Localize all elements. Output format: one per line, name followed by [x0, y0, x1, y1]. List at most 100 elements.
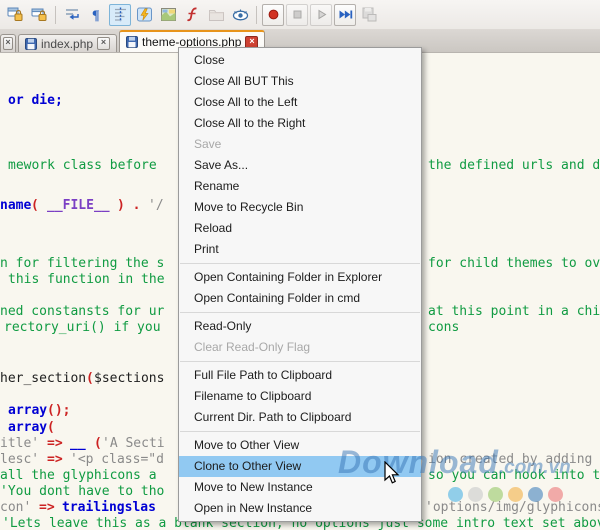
- code-text: at this point in a child: [428, 304, 600, 319]
- menu-separator: [180, 361, 420, 362]
- tab-label: index.php: [41, 37, 93, 51]
- code-text: for child themes to ove: [428, 256, 600, 271]
- document-map-button[interactable]: [157, 4, 179, 26]
- menu-item-full-file-path-to-clipboard[interactable]: Full File Path to Clipboard: [179, 365, 421, 386]
- sync-horizontal-scrolling-icon: [31, 6, 48, 23]
- macro-play-button: [310, 4, 332, 26]
- menu-item-filename-to-clipboard[interactable]: Filename to Clipboard: [179, 386, 421, 407]
- menu-item-move-to-new-instance[interactable]: Move to New Instance: [179, 477, 421, 498]
- code-text: name: [0, 198, 31, 213]
- menu-item-open-containing-folder-in-cmd[interactable]: Open Containing Folder in cmd: [179, 288, 421, 309]
- code-text: ) .: [117, 198, 140, 213]
- folder-as-workspace-icon: [208, 6, 225, 23]
- tab-close-icon[interactable]: ×: [97, 37, 110, 50]
- menu-item-open-containing-folder-in-explorer[interactable]: Open Containing Folder in Explorer: [179, 267, 421, 288]
- menu-item-print[interactable]: Print: [179, 239, 421, 260]
- document-monitoring-button[interactable]: [229, 4, 251, 26]
- show-all-characters-button[interactable]: ¶: [85, 4, 107, 26]
- code-text: '<p class="d: [70, 452, 164, 467]
- sync-vertical-scrolling-icon: [7, 6, 24, 23]
- show-all-characters-icon: ¶: [88, 6, 105, 23]
- code-text: trailingslas: [62, 500, 156, 515]
- user-define-dialog-button[interactable]: [133, 4, 155, 26]
- sync-horizontal-scrolling-button[interactable]: [28, 4, 50, 26]
- code-text: array: [8, 403, 47, 418]
- code-text: =>: [47, 436, 63, 451]
- document-map-icon: [160, 6, 177, 23]
- code-text: the defined urls and d: [428, 158, 600, 173]
- menu-item-current-dir-path-to-clipboard[interactable]: Current Dir. Path to Clipboard: [179, 407, 421, 428]
- tab-index-php[interactable]: index.php ×: [18, 34, 117, 52]
- menu-separator: [180, 312, 420, 313]
- menu-item-read-only[interactable]: Read-Only: [179, 316, 421, 337]
- menu-item-close-all-to-the-right[interactable]: Close All to the Right: [179, 113, 421, 134]
- code-text: all the glyphicons a: [0, 468, 157, 483]
- code-text: ();: [47, 403, 70, 418]
- code-text: her_section: [0, 371, 86, 386]
- code-text: 'options/img/glyphicons,: [425, 500, 600, 515]
- menu-item-rename[interactable]: Rename: [179, 176, 421, 197]
- tab-context-menu: CloseClose All BUT ThisClose All to the …: [178, 47, 422, 522]
- menu-item-clear-read-only-flag: Clear Read-Only Flag: [179, 337, 421, 358]
- code-text: itle': [0, 436, 39, 451]
- code-text: so you can hook into th: [428, 468, 600, 483]
- code-text: =>: [47, 452, 63, 467]
- code-text: mework class before: [8, 158, 157, 173]
- show-indent-guide-button[interactable]: [109, 4, 131, 26]
- word-wrap-button[interactable]: [61, 4, 83, 26]
- watermark-dot: [468, 487, 483, 502]
- macro-play-icon: [313, 6, 330, 23]
- sync-vertical-scrolling-button[interactable]: [4, 4, 26, 26]
- folder-as-workspace-button: [205, 4, 227, 26]
- document-monitoring-icon: [232, 6, 249, 23]
- toolbar-separator: [256, 6, 257, 24]
- word-wrap-icon: [64, 6, 81, 23]
- code-text: $sections: [94, 371, 164, 386]
- code-text: __FILE__: [47, 198, 110, 213]
- code-text: lesc': [0, 452, 39, 467]
- menu-item-save: Save: [179, 134, 421, 155]
- code-text: 'You dont have to tho: [0, 484, 164, 499]
- macro-record-button[interactable]: [262, 4, 284, 26]
- menu-item-close[interactable]: Close: [179, 50, 421, 71]
- macro-run-multiple-button[interactable]: [334, 4, 356, 26]
- watermark-dot: [448, 487, 463, 502]
- watermark-dot: [508, 487, 523, 502]
- code-text: cons: [428, 320, 459, 335]
- menu-item-reload[interactable]: Reload: [179, 218, 421, 239]
- menu-item-move-to-other-view[interactable]: Move to Other View: [179, 435, 421, 456]
- tab-partial[interactable]: ×: [0, 34, 16, 52]
- macro-save-icon: [361, 6, 378, 23]
- macro-record-icon: [265, 6, 282, 23]
- macro-run-multiple-icon: [337, 6, 354, 23]
- macro-save-button: [358, 4, 380, 26]
- code-text: or die;: [8, 93, 63, 108]
- saved-file-icon: [25, 38, 37, 50]
- toolbar: ¶: [0, 0, 600, 30]
- menu-item-close-all-to-the-left[interactable]: Close All to the Left: [179, 92, 421, 113]
- menu-item-open-in-new-instance[interactable]: Open in New Instance: [179, 498, 421, 519]
- code-text: n for filtering the s: [0, 256, 164, 271]
- toolbar-separator: [55, 6, 56, 24]
- menu-item-move-to-recycle-bin[interactable]: Move to Recycle Bin: [179, 197, 421, 218]
- menu-item-save-as[interactable]: Save As...: [179, 155, 421, 176]
- function-list-icon: [184, 6, 201, 23]
- tab-close-icon[interactable]: ×: [3, 37, 13, 50]
- code-text: 'A Secti: [102, 436, 165, 451]
- function-list-button[interactable]: [181, 4, 203, 26]
- notepad-plus-plus-window: ¶ ×index.php×theme-options.php× or die;m…: [0, 0, 600, 530]
- user-define-dialog-icon: [136, 6, 153, 23]
- watermark-dot: [548, 487, 563, 502]
- code-text: (: [94, 436, 102, 451]
- menu-item-clone-to-other-view[interactable]: Clone to Other View: [179, 456, 421, 477]
- menu-separator: [180, 263, 420, 264]
- code-text: array: [8, 420, 47, 435]
- menu-separator: [180, 431, 420, 432]
- code-text: (: [31, 198, 39, 213]
- code-text: =>: [39, 500, 55, 515]
- saved-file-icon: [126, 36, 138, 48]
- code-text: '/: [148, 198, 164, 213]
- show-indent-guide-icon: [112, 6, 129, 23]
- menu-item-close-all-but-this[interactable]: Close All BUT This: [179, 71, 421, 92]
- watermark-dot: [528, 487, 543, 502]
